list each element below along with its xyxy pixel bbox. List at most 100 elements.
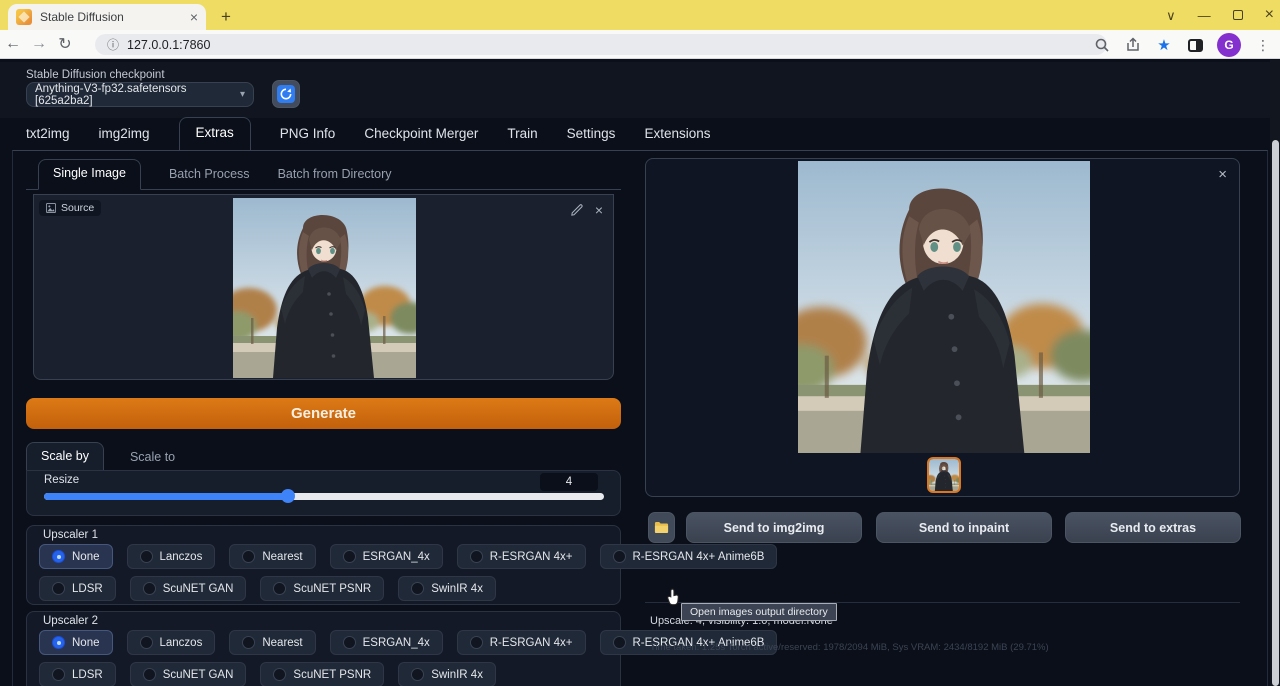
radio-icon <box>613 636 626 649</box>
checkpoint-label: Stable Diffusion checkpoint <box>26 69 165 81</box>
upscaler1-label: Upscaler 1 <box>43 529 98 541</box>
source-image <box>233 198 416 378</box>
result-thumbnail[interactable] <box>927 457 961 493</box>
radio-upscaler1-swinir4x[interactable]: SwinIR 4x <box>398 576 496 601</box>
image-icon <box>46 203 56 213</box>
bookmark-star-icon[interactable]: ★ <box>1155 36 1173 54</box>
radio-icon <box>52 636 65 649</box>
resize-label: Resize <box>44 474 79 486</box>
tab-img2img[interactable]: img2img <box>99 126 150 150</box>
tab-checkpoint-merger[interactable]: Checkpoint Merger <box>364 126 478 150</box>
chevron-down-icon: ▾ <box>240 89 245 100</box>
resize-slider[interactable] <box>44 493 604 500</box>
forward-icon[interactable]: → <box>26 35 52 53</box>
page-scrollbar[interactable] <box>1270 60 1280 686</box>
share-icon[interactable] <box>1124 36 1142 54</box>
radio-upscaler2-esrgan4x[interactable]: ESRGAN_4x <box>330 630 443 655</box>
scrollbar-thumb[interactable] <box>1272 140 1279 686</box>
radio-icon <box>140 636 153 649</box>
subtab-single-image[interactable]: Single Image <box>38 159 141 190</box>
radio-upscaler2-none[interactable]: None <box>39 630 113 655</box>
radio-icon <box>411 582 424 595</box>
tab-scale-by[interactable]: Scale by <box>26 442 104 471</box>
new-tab-button[interactable]: + <box>216 7 236 27</box>
radio-upscaler1-scunet-gan[interactable]: ScuNET GAN <box>130 576 247 601</box>
open-output-directory-button[interactable] <box>648 512 675 543</box>
slider-handle[interactable] <box>281 489 295 503</box>
tab-search-icon[interactable]: ∨ <box>1166 9 1176 22</box>
reload-icon[interactable]: ↻ <box>52 34 78 54</box>
radio-upscaler1-resrgan-anime6b[interactable]: R-ESRGAN 4x+ Anime6B <box>600 544 778 569</box>
folder-icon <box>654 521 669 534</box>
mouse-cursor-hand <box>666 588 682 606</box>
radio-icon <box>470 636 483 649</box>
radio-upscaler2-scunet-gan[interactable]: ScuNET GAN <box>130 662 247 686</box>
tab-title: Stable Diffusion <box>40 10 182 24</box>
radio-upscaler2-ldsr[interactable]: LDSR <box>39 662 116 686</box>
browser-tab-active[interactable]: Stable Diffusion × <box>8 4 206 30</box>
browser-tab-strip: Stable Diffusion × + ∨ — × <box>0 0 1280 30</box>
gallery-close-icon[interactable]: × <box>1218 167 1227 182</box>
zoom-icon[interactable] <box>1093 36 1111 54</box>
clear-image-icon[interactable]: × <box>595 203 603 217</box>
radio-upscaler2-swinir4x[interactable]: SwinIR 4x <box>398 662 496 686</box>
radio-upscaler1-scunet-psnr[interactable]: ScuNET PSNR <box>260 576 384 601</box>
side-panel-icon[interactable] <box>1186 36 1204 54</box>
address-bar[interactable]: ⓘ 127.0.0.1:7860 <box>95 34 1107 55</box>
scale-tab-bar: Scale by Scale to <box>26 443 621 471</box>
tab-scale-to[interactable]: Scale to <box>130 450 175 471</box>
minimize-button[interactable]: — <box>1198 9 1211 22</box>
edit-image-icon[interactable] <box>571 204 583 216</box>
back-icon[interactable]: ← <box>0 35 26 53</box>
browser-menu-icon[interactable]: ⋮ <box>1254 36 1272 54</box>
radio-upscaler1-resrgan4x[interactable]: R-ESRGAN 4x+ <box>457 544 586 569</box>
radio-icon <box>343 636 356 649</box>
resize-number-input[interactable] <box>540 473 598 491</box>
refresh-checkpoints-button[interactable] <box>272 80 300 108</box>
send-to-inpaint-button[interactable]: Send to inpaint <box>876 512 1052 543</box>
radio-icon <box>52 668 65 681</box>
source-label-chip: Source <box>39 200 101 216</box>
window-close-button[interactable]: × <box>1265 7 1274 23</box>
tab-close-icon[interactable]: × <box>190 10 198 24</box>
tab-extras[interactable]: Extras <box>179 117 251 151</box>
generate-button[interactable]: Generate <box>26 398 621 429</box>
source-image-dropzone[interactable]: Source × <box>33 194 614 380</box>
subtab-batch-from-directory[interactable]: Batch from Directory <box>278 167 392 189</box>
subtab-batch-process[interactable]: Batch Process <box>169 167 250 189</box>
tab-train[interactable]: Train <box>507 126 537 150</box>
radio-icon <box>411 668 424 681</box>
send-to-extras-button[interactable]: Send to extras <box>1065 512 1241 543</box>
url-text: 127.0.0.1:7860 <box>127 38 210 52</box>
tab-extensions[interactable]: Extensions <box>644 126 710 150</box>
send-to-img2img-button[interactable]: Send to img2img <box>686 512 862 543</box>
resize-panel: Resize <box>26 470 621 516</box>
radio-upscaler1-lanczos[interactable]: Lanczos <box>127 544 216 569</box>
radio-upscaler1-esrgan4x[interactable]: ESRGAN_4x <box>330 544 443 569</box>
radio-upscaler1-none[interactable]: None <box>39 544 113 569</box>
tab-png-info[interactable]: PNG Info <box>280 126 336 150</box>
tab-txt2img[interactable]: txt2img <box>26 126 70 150</box>
favicon-icon <box>16 9 32 25</box>
restore-button[interactable] <box>1233 10 1243 20</box>
radio-icon <box>52 550 65 563</box>
site-info-icon[interactable]: ⓘ <box>107 36 119 53</box>
radio-icon <box>52 582 65 595</box>
radio-upscaler2-scunet-psnr[interactable]: ScuNET PSNR <box>260 662 384 686</box>
radio-upscaler1-nearest[interactable]: Nearest <box>229 544 315 569</box>
checkpoint-value: Anything-V3-fp32.safetensors [625a2ba2] <box>35 83 240 107</box>
extras-subtab-bar: Single Image Batch Process Batch from Di… <box>26 160 621 190</box>
radio-upscaler2-resrgan4x[interactable]: R-ESRGAN 4x+ <box>457 630 586 655</box>
radio-icon <box>143 668 156 681</box>
tab-settings[interactable]: Settings <box>567 126 616 150</box>
radio-upscaler2-lanczos[interactable]: Lanczos <box>127 630 216 655</box>
refresh-icon <box>277 85 295 103</box>
radio-icon <box>140 550 153 563</box>
radio-upscaler2-nearest[interactable]: Nearest <box>229 630 315 655</box>
radio-icon <box>242 550 255 563</box>
profile-avatar[interactable]: G <box>1217 33 1241 57</box>
checkpoint-dropdown[interactable]: Anything-V3-fp32.safetensors [625a2ba2] … <box>26 82 254 107</box>
result-image[interactable] <box>798 161 1090 453</box>
browser-window: Stable Diffusion × + ∨ — × ← → ↻ ⓘ 127.0… <box>0 0 1280 686</box>
radio-upscaler1-ldsr[interactable]: LDSR <box>39 576 116 601</box>
